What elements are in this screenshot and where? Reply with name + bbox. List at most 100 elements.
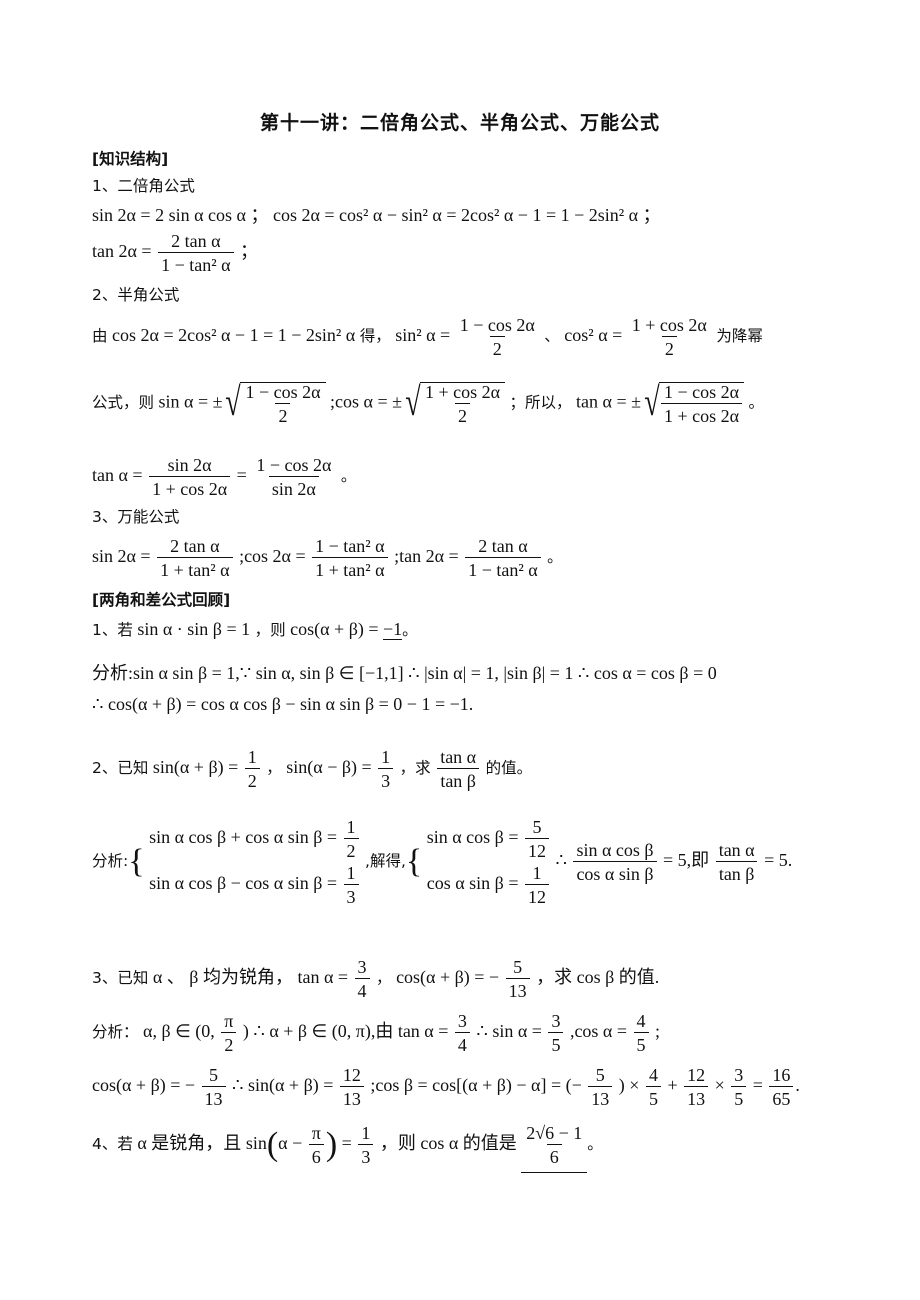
fraction: 1 − cos 2α 2 — [457, 316, 538, 358]
fraction: 45 — [645, 1066, 661, 1108]
row-lhs: cos α sin β = — [426, 873, 519, 894]
fraction: sin 2α 1 + cos 2α — [149, 456, 231, 498]
denominator: 6 — [308, 1144, 324, 1166]
equation-system-2: sin α cos β = 5 12 cos α sin β = 1 12 — [427, 818, 551, 906]
text: ，则 cos α 的值是 — [379, 1133, 517, 1154]
numerator: 5 — [532, 817, 542, 837]
numerator: 1 — [532, 863, 542, 883]
sin2-lhs: sin² α = — [395, 325, 451, 346]
sqrt: √ 1 + cos 2α 2 — [402, 379, 506, 425]
text: ；所以， — [509, 393, 572, 412]
punct: 。 — [748, 393, 765, 412]
radical-icon: √ — [225, 379, 242, 424]
text: cos(α + β) = − — [92, 1075, 196, 1096]
numerator: 3 — [734, 1065, 744, 1085]
fraction: 5 13 — [201, 1065, 226, 1108]
text: × — [714, 1075, 725, 1096]
denominator: 12 — [524, 884, 549, 906]
punct: ； — [240, 241, 259, 262]
cos-lhs: ;cos 2α = — [239, 546, 306, 567]
heading-half-angle: 2、半角公式 — [92, 286, 180, 304]
question-number: 3、已知 — [92, 969, 149, 988]
equals: = — [341, 1133, 352, 1154]
cos-lhs: ;cos α = ± — [330, 391, 402, 412]
q2-analysis: 分析:{ sin α cos β + cos α sin β = 12 sin … — [92, 818, 792, 906]
denominator: 4 — [354, 978, 370, 1000]
text: ，求 — [399, 759, 431, 778]
denominator: 3 — [343, 884, 359, 906]
row-lhs: sin α cos β = — [426, 827, 519, 848]
tan-lhs: tan α = ± — [576, 391, 641, 412]
text: ) × — [618, 1075, 640, 1096]
denominator: 3 — [358, 1144, 374, 1166]
text: ) ∴ α + β ∈ (0, π),由 tan α = — [242, 1021, 449, 1042]
numerator: 3 — [357, 957, 367, 977]
fraction: 16 65 — [769, 1065, 794, 1108]
question-number: 4、若 — [92, 1135, 133, 1154]
denominator: 4 — [454, 1032, 470, 1054]
text: 由 — [92, 327, 108, 346]
fraction: 12 — [343, 818, 359, 860]
fraction: 12 — [244, 747, 260, 790]
numerator: π — [224, 1011, 234, 1031]
row-lhs: sin α cos β + cos α sin β = — [149, 827, 338, 848]
text: ,解得, — [365, 852, 406, 871]
denominator: 1 − tan² α — [158, 252, 234, 274]
denominator: 1 + tan² α — [312, 557, 388, 579]
fraction: 13 — [358, 1124, 374, 1166]
left-brace-icon: { — [128, 843, 145, 880]
left-paren-icon: ( — [266, 1126, 279, 1163]
denominator: cos α sin β — [573, 861, 657, 883]
numerator: 5 — [209, 1065, 219, 1085]
denominator: 65 — [769, 1086, 794, 1108]
punct: ， — [266, 759, 282, 778]
punct: 。 — [587, 1135, 603, 1154]
denominator: 2 — [343, 838, 359, 860]
document-page: 第十一讲：二倍角公式、半角公式、万能公式 [知识结构] 1、二倍角公式 sin … — [0, 0, 920, 1300]
numerator: 12 — [342, 1065, 361, 1085]
fraction: 35 — [731, 1065, 747, 1108]
numerator: 1 — [381, 747, 391, 767]
sin: sin — [245, 1133, 267, 1154]
fraction: 2 tan α1 + tan² α — [157, 536, 233, 579]
fraction: 13 — [343, 864, 359, 906]
numerator: 1 − cos 2α — [459, 315, 535, 335]
text: = — [752, 1075, 763, 1096]
fraction: 1 − cos 2α 2 — [242, 383, 323, 425]
given-2-lhs: sin(α − β) = — [286, 757, 372, 778]
radical-icon: √ — [644, 379, 660, 424]
punct: ; — [655, 1021, 661, 1042]
denominator: 12 — [524, 838, 549, 860]
numerator: 16 — [772, 1065, 791, 1085]
result-text: = 5,即 — [663, 850, 710, 871]
fraction: 5 13 — [588, 1065, 613, 1108]
denominator: 13 — [201, 1086, 226, 1108]
expression: cos(α + β) = — [290, 619, 379, 639]
numerator: 2 tan α — [170, 536, 220, 556]
question-number: 1、若 — [92, 621, 133, 639]
numerator: 2√6 − 1 — [526, 1123, 583, 1143]
numerator: 5 — [513, 957, 523, 977]
numerator: 1 + cos 2α — [424, 382, 501, 402]
heading-double-angle: 1、二倍角公式 — [92, 177, 195, 195]
text: 的值。 — [485, 759, 533, 778]
fraction: 34 — [454, 1012, 470, 1054]
text: ∴ sin(α + β) = — [232, 1075, 334, 1096]
text: ，求 cos β 的值. — [536, 967, 660, 988]
sqrt: √ 1 − cos 2α 1 + cos 2α — [641, 379, 745, 425]
numerator: 1 — [247, 747, 257, 767]
numerator: 4 — [636, 1011, 646, 1031]
numerator: tan α — [718, 840, 755, 860]
condition: sin α · sin β = 1 — [137, 619, 251, 639]
tan-lhs: ;tan 2α = — [394, 546, 459, 567]
fraction: 45 — [633, 1011, 649, 1054]
punct: . — [795, 1075, 800, 1096]
fraction: sin α cos β cos α sin β — [573, 841, 657, 883]
equals: = — [236, 465, 247, 486]
fraction: π2 — [221, 1011, 237, 1054]
numerator: 5 — [595, 1065, 605, 1085]
q1-analysis-line-2: ∴ cos(α + β) = cos α cos β − sin α sin β… — [92, 694, 474, 714]
fraction: 34 — [354, 957, 370, 1000]
radical-icon: √ — [405, 379, 421, 424]
denominator: 2 — [489, 336, 505, 358]
